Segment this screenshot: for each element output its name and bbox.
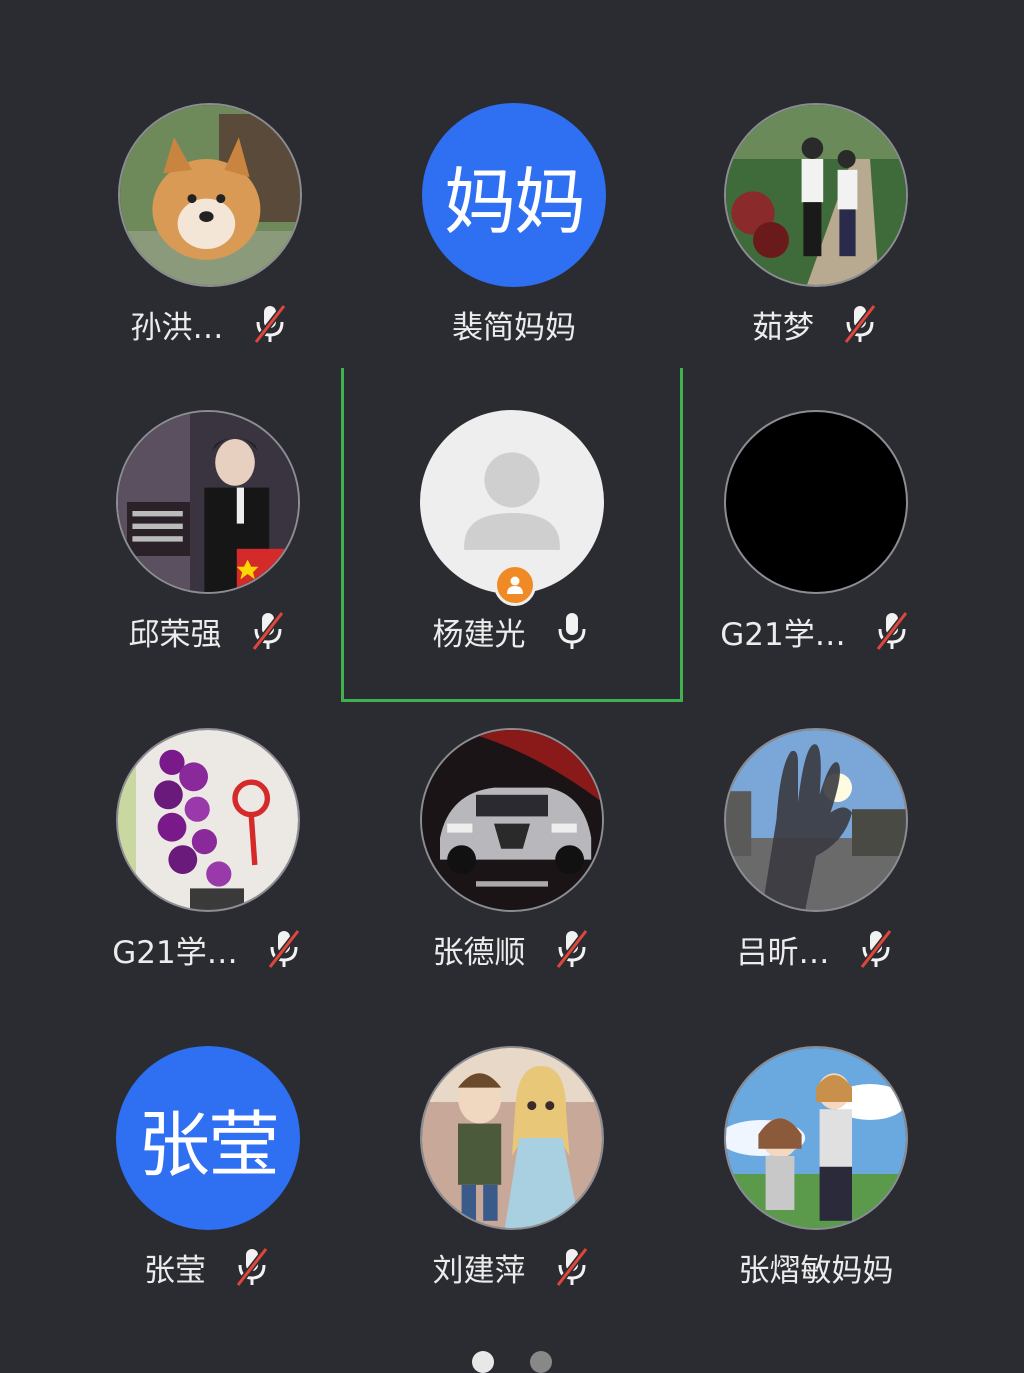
avatar-photo-hand-sky — [724, 728, 908, 912]
mic-muted-icon — [232, 1245, 272, 1289]
participant-tile[interactable]: 张熠敏妈妈 — [666, 1046, 966, 1346]
participant-name: 裴简妈妈 — [452, 309, 576, 346]
participant-grid: 孙洪… 妈妈 裴简妈妈 茹梦 邱荣强 杨建光 G21学… G21学… 张德顺 吕… — [0, 0, 1024, 1365]
avatar-photo-orchids — [116, 728, 300, 912]
participant-tile[interactable]: G21学… — [58, 728, 358, 1028]
participant-name: 杨建光 — [432, 616, 526, 653]
participant-name-row: 邱荣强 — [58, 606, 358, 656]
participant-name-row: 裴简妈妈 — [364, 299, 664, 349]
participant-name-row: 刘建萍 — [362, 1242, 662, 1292]
participant-name-row: 茹梦 — [666, 299, 966, 349]
participant-name: G21学… — [112, 934, 238, 971]
participant-name-row: 孙洪… — [60, 299, 360, 349]
avatar-text: 妈妈 — [422, 103, 606, 287]
participant-tile[interactable]: 茹梦 — [666, 103, 966, 403]
participant-name-row: 张德顺 — [362, 924, 662, 974]
mic-muted-icon — [264, 927, 304, 971]
participant-name-row: 杨建光 — [362, 606, 662, 656]
page-dot-active[interactable] — [472, 1351, 494, 1373]
mic-muted-icon — [552, 1245, 592, 1289]
participant-name: 邱荣强 — [128, 616, 222, 653]
mic-muted-icon — [248, 609, 288, 653]
participant-name-row: 张莹 — [58, 1242, 358, 1292]
participant-name-row: 张熠敏妈妈 — [666, 1242, 966, 1292]
participant-name: G21学… — [720, 616, 846, 653]
participant-name: 茹梦 — [752, 309, 814, 346]
avatar-photo-cartoon-family — [724, 1046, 908, 1230]
mic-active-icon — [552, 609, 592, 653]
avatar-photo-dolls — [420, 1046, 604, 1230]
participant-tile[interactable]: 吕昕… — [666, 728, 966, 1028]
avatar-photo-man-in-suit — [116, 410, 300, 594]
page-indicator — [0, 1351, 1024, 1373]
participant-tile[interactable]: 邱荣强 — [58, 410, 358, 710]
participant-name: 张莹 — [144, 1252, 206, 1289]
mic-muted-icon — [552, 927, 592, 971]
avatar-black — [724, 410, 908, 594]
participant-name: 孙洪… — [130, 309, 224, 346]
participant-name: 刘建萍 — [432, 1252, 526, 1289]
participant-name-row: G21学… — [666, 606, 966, 656]
page-dot[interactable] — [530, 1351, 552, 1373]
participant-tile[interactable]: 孙洪… — [60, 103, 360, 403]
participant-tile[interactable]: 妈妈 裴简妈妈 — [364, 103, 664, 403]
participant-tile[interactable]: G21学… — [666, 410, 966, 710]
mic-muted-icon — [250, 302, 290, 346]
avatar-photo-people-walking — [724, 103, 908, 287]
participant-name: 张熠敏妈妈 — [738, 1252, 894, 1289]
avatar-photo-dog — [118, 103, 302, 287]
host-icon — [494, 564, 536, 606]
participant-tile[interactable]: 张莹 张莹 — [58, 1046, 358, 1346]
avatar-text: 张莹 — [116, 1046, 300, 1230]
participant-tile[interactable]: 张德顺 — [362, 728, 662, 1028]
participant-name: 张德顺 — [432, 934, 526, 971]
participant-tile[interactable]: 刘建萍 — [362, 1046, 662, 1346]
participant-name: 吕昕… — [736, 934, 830, 971]
participant-name-row: 吕昕… — [666, 924, 966, 974]
mic-muted-icon — [872, 609, 912, 653]
participant-name-row: G21学… — [58, 924, 358, 974]
mic-muted-icon — [840, 302, 880, 346]
participant-tile-active-speaker[interactable]: 杨建光 — [362, 410, 662, 710]
mic-muted-icon — [856, 927, 896, 971]
avatar-photo-car — [420, 728, 604, 912]
